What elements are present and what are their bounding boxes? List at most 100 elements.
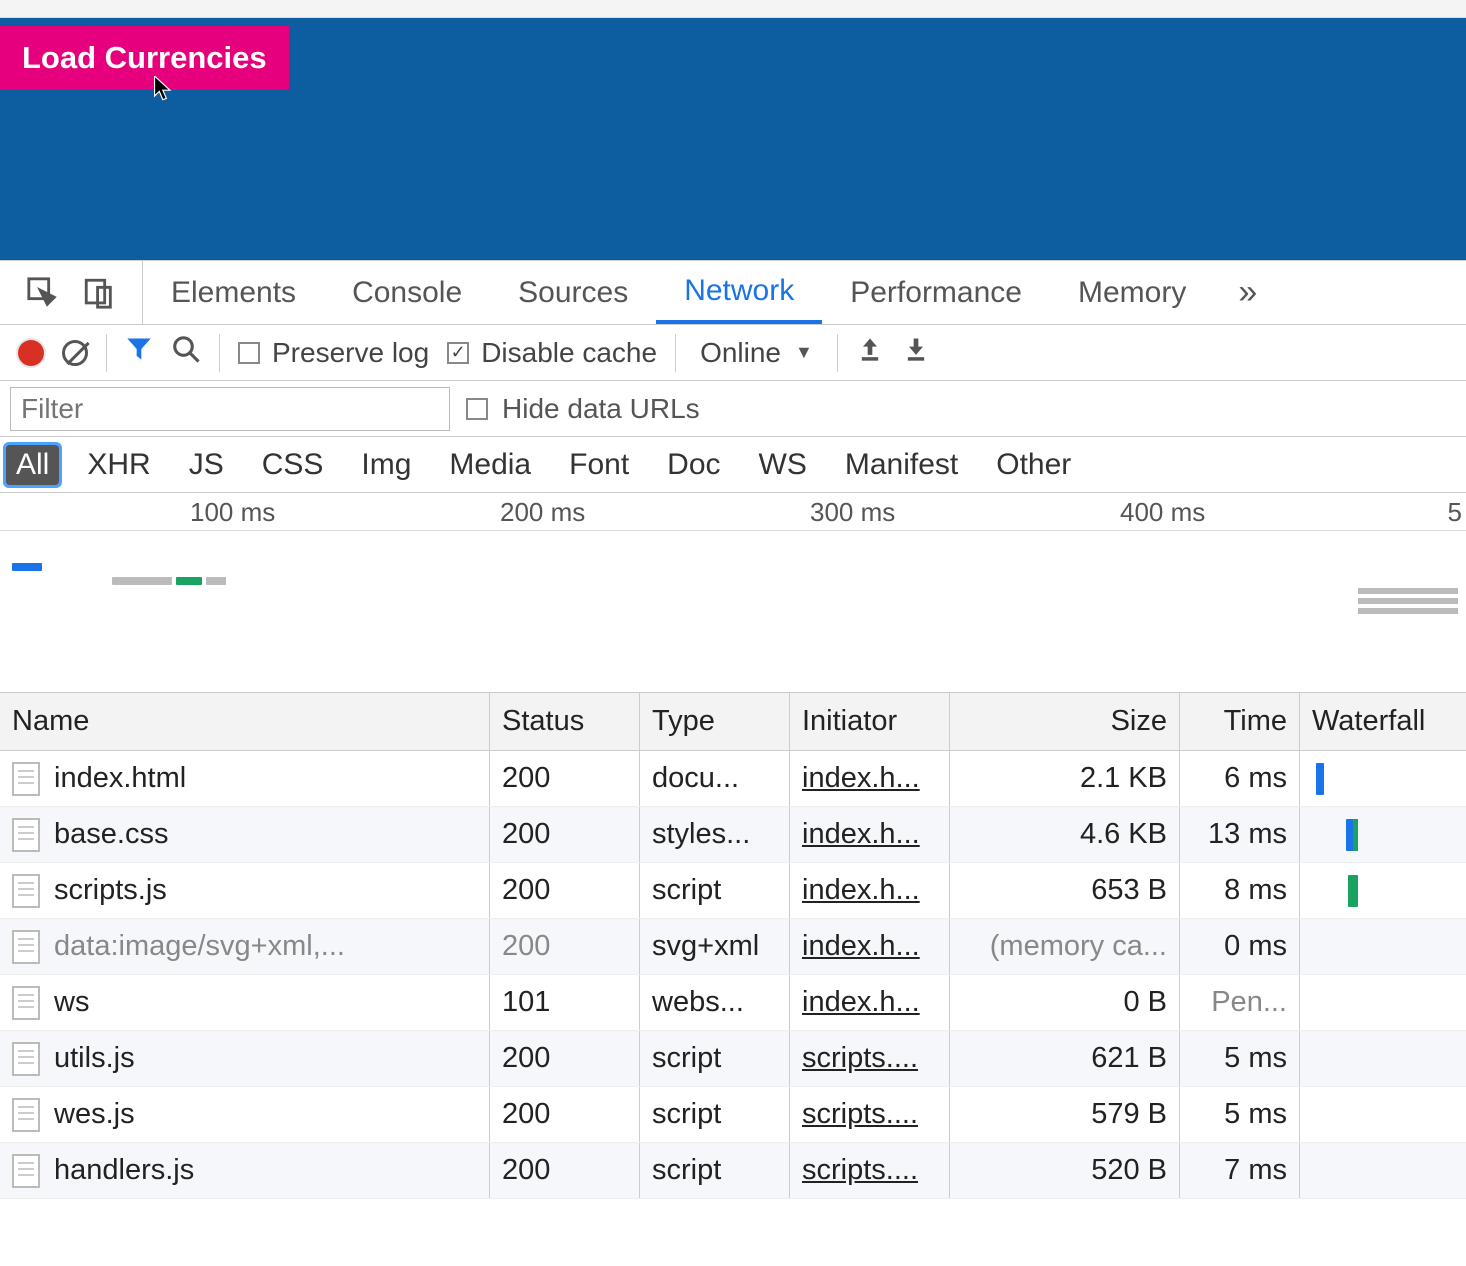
cell-initiator: scripts.... <box>790 1087 950 1142</box>
page-content-area: Load Currencies <box>0 18 1466 260</box>
table-row[interactable]: wes.js200scriptscripts....579 B5 ms <box>0 1087 1466 1143</box>
type-pill-xhr[interactable]: XHR <box>77 445 160 485</box>
request-name: handlers.js <box>54 1154 194 1187</box>
cell-type: docu... <box>640 751 790 806</box>
file-icon <box>12 874 40 908</box>
table-row[interactable]: scripts.js200scriptindex.h...653 B8 ms <box>0 863 1466 919</box>
col-time[interactable]: Time <box>1180 693 1300 750</box>
cell-waterfall <box>1300 919 1466 974</box>
tab-console[interactable]: Console <box>324 261 490 324</box>
cell-name: index.html <box>0 751 490 806</box>
cell-initiator: index.h... <box>790 863 950 918</box>
col-waterfall[interactable]: Waterfall <box>1300 693 1466 750</box>
tick-label: 200 ms <box>500 497 585 528</box>
tick-label: 100 ms <box>190 497 275 528</box>
type-pill-font[interactable]: Font <box>559 445 639 485</box>
initiator-link[interactable]: index.h... <box>802 818 920 851</box>
cell-type: svg+xml <box>640 919 790 974</box>
type-pill-js[interactable]: JS <box>179 445 234 485</box>
type-pill-media[interactable]: Media <box>439 445 541 485</box>
tab-network[interactable]: Network <box>656 261 822 324</box>
file-icon <box>12 986 40 1020</box>
col-name[interactable]: Name <box>0 693 490 750</box>
col-initiator[interactable]: Initiator <box>790 693 950 750</box>
preserve-log-checkbox[interactable]: Preserve log <box>238 337 429 369</box>
network-filterbar: Hide data URLs <box>0 381 1466 437</box>
initiator-link[interactable]: index.h... <box>802 986 920 1019</box>
type-pill-ws[interactable]: WS <box>749 445 817 485</box>
col-status[interactable]: Status <box>490 693 640 750</box>
checkbox-icon[interactable] <box>466 398 488 420</box>
cell-name: base.css <box>0 807 490 862</box>
record-button-icon[interactable] <box>18 340 44 366</box>
cell-time: 5 ms <box>1180 1087 1300 1142</box>
cell-waterfall <box>1300 751 1466 806</box>
col-size[interactable]: Size <box>950 693 1180 750</box>
cell-initiator: scripts.... <box>790 1143 950 1198</box>
inspect-element-icon[interactable] <box>26 276 60 310</box>
tabs-overflow-icon[interactable]: » <box>1214 273 1281 312</box>
col-type[interactable]: Type <box>640 693 790 750</box>
cell-size: 4.6 KB <box>950 807 1180 862</box>
initiator-link[interactable]: scripts.... <box>802 1154 918 1187</box>
table-row[interactable]: handlers.js200scriptscripts....520 B7 ms <box>0 1143 1466 1199</box>
cell-size: 520 B <box>950 1143 1180 1198</box>
request-name: scripts.js <box>54 874 167 907</box>
throttling-select[interactable]: Online ▼ <box>694 337 819 369</box>
tick-label: 400 ms <box>1120 497 1205 528</box>
table-row[interactable]: base.css200styles...index.h...4.6 KB13 m… <box>0 807 1466 863</box>
initiator-link[interactable]: index.h... <box>802 930 920 963</box>
cell-waterfall <box>1300 975 1466 1030</box>
type-pill-all[interactable]: All <box>6 445 59 485</box>
type-pill-other[interactable]: Other <box>986 445 1081 485</box>
disable-cache-checkbox[interactable]: ✓ Disable cache <box>447 337 657 369</box>
upload-har-icon[interactable] <box>856 335 884 371</box>
search-icon[interactable] <box>171 334 201 372</box>
file-icon <box>12 818 40 852</box>
hide-data-urls-checkbox[interactable]: Hide data URLs <box>466 393 700 425</box>
file-icon <box>12 1042 40 1076</box>
cell-name: ws <box>0 975 490 1030</box>
type-pill-img[interactable]: Img <box>351 445 421 485</box>
initiator-link[interactable]: scripts.... <box>802 1042 918 1075</box>
initiator-link[interactable]: index.h... <box>802 762 920 795</box>
cell-size: 653 B <box>950 863 1180 918</box>
type-pill-css[interactable]: CSS <box>252 445 334 485</box>
initiator-link[interactable]: index.h... <box>802 874 920 907</box>
table-row[interactable]: utils.js200scriptscripts....621 B5 ms <box>0 1031 1466 1087</box>
separator <box>106 334 107 372</box>
tab-performance[interactable]: Performance <box>822 261 1050 324</box>
cell-waterfall <box>1300 863 1466 918</box>
table-row[interactable]: index.html200docu...index.h...2.1 KB6 ms <box>0 751 1466 807</box>
cell-size: (memory ca... <box>950 919 1180 974</box>
table-header-row: Name Status Type Initiator Size Time Wat… <box>0 693 1466 751</box>
cell-status: 200 <box>490 863 640 918</box>
network-toolbar: Preserve log ✓ Disable cache Online ▼ <box>0 325 1466 381</box>
initiator-link[interactable]: scripts.... <box>802 1098 918 1131</box>
tab-sources[interactable]: Sources <box>490 261 656 324</box>
cell-waterfall <box>1300 1031 1466 1086</box>
load-currencies-button[interactable]: Load Currencies <box>0 26 289 90</box>
waterfall-bar <box>1346 819 1354 851</box>
toggle-device-icon[interactable] <box>82 276 116 310</box>
tab-memory[interactable]: Memory <box>1050 261 1214 324</box>
hide-data-urls-label: Hide data URLs <box>502 393 700 425</box>
filter-funnel-icon[interactable] <box>125 335 153 370</box>
cell-time: 13 ms <box>1180 807 1300 862</box>
table-row[interactable]: data:image/svg+xml,...200svg+xmlindex.h.… <box>0 919 1466 975</box>
checkbox-icon[interactable] <box>238 342 260 364</box>
request-name: index.html <box>54 762 186 795</box>
tab-elements[interactable]: Elements <box>143 261 324 324</box>
cell-name: utils.js <box>0 1031 490 1086</box>
clear-icon[interactable] <box>62 340 88 366</box>
filter-input[interactable] <box>10 387 450 431</box>
cell-initiator: index.h... <box>790 975 950 1030</box>
separator <box>219 334 220 372</box>
download-har-icon[interactable] <box>902 335 930 371</box>
table-row[interactable]: ws101webs...index.h...0 BPen... <box>0 975 1466 1031</box>
timeline-overview[interactable]: 100 ms 200 ms 300 ms 400 ms 5 <box>0 493 1466 693</box>
type-pill-manifest[interactable]: Manifest <box>835 445 968 485</box>
cell-type: script <box>640 1143 790 1198</box>
checkbox-icon[interactable]: ✓ <box>447 342 469 364</box>
type-pill-doc[interactable]: Doc <box>657 445 730 485</box>
